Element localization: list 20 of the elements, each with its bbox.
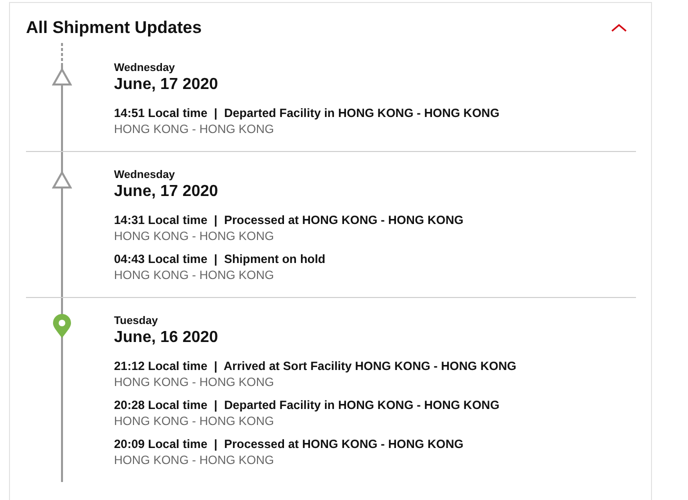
weekday: Wednesday [114,60,176,74]
event-location: HONG KONG - HONG KONG [114,228,276,244]
event-summary: 20:09 Local time | Processed at HONG KONG - HONG KONG [114,436,464,452]
date-heading: June, 17 2020 [114,74,220,94]
event-summary: 14:31 Local time | Processed at HONG KONG - HONG KONG [114,212,464,228]
event-summary: 04:43 Local time | Shipment on hold [114,250,326,266]
event-location: HONG KONG - HONG KONG [114,266,276,282]
date-heading: June, 17 2020 [114,182,220,202]
weekday: Tuesday [114,314,159,328]
date-heading: June, 16 2020 [114,328,220,348]
event-summary: 21:12 Local time | Arrived at Sort Facility HONG KONG - HONG KONG [114,358,516,374]
section-title: All Shipment Updates [26,17,202,39]
weekday: Wednesday [114,168,176,182]
event-location: HONG KONG - HONG KONG [114,452,276,468]
event-summary: 14:51 Local time | Departed Facility in HONG KONG - HONG KONG [114,104,500,120]
chevron-up-icon [611,23,627,32]
event-location: HONG KONG - HONG KONG [114,120,276,136]
event-summary: 20:28 Local time | Departed Facility in HONG KONG - HONG KONG [114,396,500,412]
event-location: HONG KONG - HONG KONG [114,374,276,390]
event-location: HONG KONG - HONG KONG [114,412,276,428]
